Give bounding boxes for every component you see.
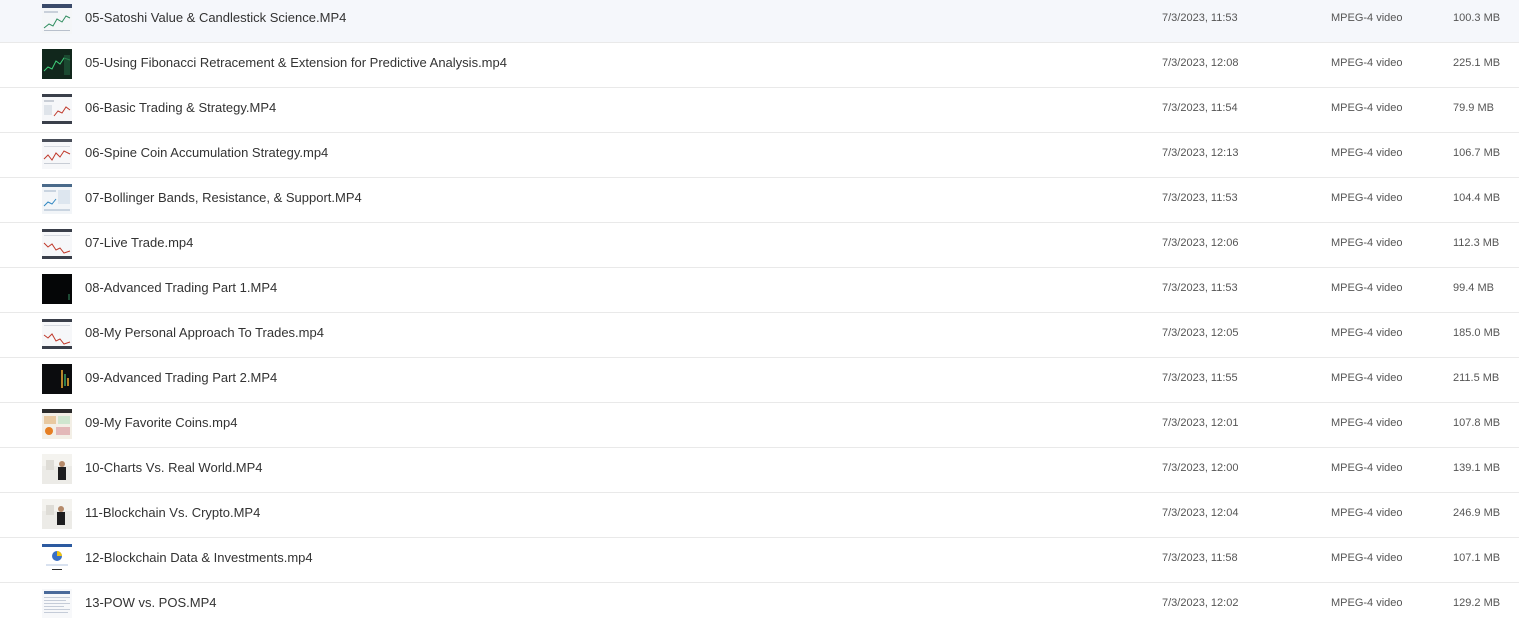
file-row[interactable]: 11-Blockchain Vs. Crypto.MP4 7/3/2023, 1… [0, 493, 1519, 538]
file-modified-date: 7/3/2023, 11:54 [1162, 102, 1238, 114]
file-name: 12-Blockchain Data & Investments.mp4 [85, 550, 313, 565]
file-size: 129.2 MB [1453, 597, 1501, 609]
file-name: 09-Advanced Trading Part 2.MP4 [85, 370, 278, 385]
chart-light-thumbnail-icon [42, 94, 72, 124]
file-type: MPEG-4 video [1331, 372, 1403, 384]
file-type: MPEG-4 video [1331, 192, 1403, 204]
file-modified-date: 7/3/2023, 11:53 [1162, 282, 1238, 294]
file-size: 246.9 MB [1453, 507, 1501, 519]
chart-dark-thumbnail-icon [42, 364, 72, 394]
file-name: 07-Bollinger Bands, Resistance, & Suppor… [85, 190, 362, 205]
file-size: 107.1 MB [1453, 552, 1501, 564]
file-type: MPEG-4 video [1331, 552, 1403, 564]
file-size: 99.4 MB [1453, 282, 1494, 294]
file-row[interactable]: 09-My Favorite Coins.mp4 7/3/2023, 12:01… [0, 403, 1519, 448]
file-row[interactable]: 07-Bollinger Bands, Resistance, & Suppor… [0, 178, 1519, 223]
file-row[interactable]: 13-POW vs. POS.MP4 7/3/2023, 12:02 MPEG-… [0, 583, 1519, 618]
file-name: 10-Charts Vs. Real World.MP4 [85, 460, 263, 475]
file-name: 13-POW vs. POS.MP4 [85, 595, 217, 610]
file-row[interactable]: 06-Basic Trading & Strategy.MP4 7/3/2023… [0, 88, 1519, 133]
file-name: 11-Blockchain Vs. Crypto.MP4 [85, 505, 261, 520]
file-size: 225.1 MB [1453, 57, 1501, 69]
file-modified-date: 7/3/2023, 12:00 [1162, 462, 1239, 474]
file-name: 09-My Favorite Coins.mp4 [85, 415, 238, 430]
chart-light-thumbnail-icon [42, 139, 72, 169]
chart-light-thumbnail-icon [42, 229, 72, 259]
file-type: MPEG-4 video [1331, 102, 1403, 114]
chart-light-thumbnail-icon [42, 4, 72, 34]
file-modified-date: 7/3/2023, 12:01 [1162, 417, 1239, 429]
file-modified-date: 7/3/2023, 12:04 [1162, 507, 1239, 519]
chart-light-thumbnail-icon [42, 319, 72, 349]
file-name: 08-My Personal Approach To Trades.mp4 [85, 325, 324, 340]
document-thumbnail-icon [42, 589, 72, 618]
dashboard-thumbnail-icon [42, 544, 72, 574]
file-modified-date: 7/3/2023, 12:13 [1162, 147, 1239, 159]
file-type: MPEG-4 video [1331, 282, 1403, 294]
file-name: 08-Advanced Trading Part 1.MP4 [85, 280, 278, 295]
file-type: MPEG-4 video [1331, 417, 1403, 429]
file-row[interactable]: 10-Charts Vs. Real World.MP4 7/3/2023, 1… [0, 448, 1519, 493]
file-size: 139.1 MB [1453, 462, 1501, 474]
file-list: 05-Satoshi Value & Candlestick Science.M… [0, 0, 1519, 618]
file-modified-date: 7/3/2023, 12:02 [1162, 597, 1239, 609]
file-modified-date: 7/3/2023, 12:06 [1162, 237, 1239, 249]
file-row[interactable]: 05-Satoshi Value & Candlestick Science.M… [0, 0, 1519, 43]
file-name: 05-Satoshi Value & Candlestick Science.M… [85, 10, 347, 25]
file-size: 104.4 MB [1453, 192, 1501, 204]
presenter-thumbnail-icon [42, 499, 72, 529]
file-row[interactable]: 06-Spine Coin Accumulation Strategy.mp4 … [0, 133, 1519, 178]
file-row[interactable]: 08-My Personal Approach To Trades.mp4 7/… [0, 313, 1519, 358]
file-modified-date: 7/3/2023, 11:55 [1162, 372, 1238, 384]
file-row[interactable]: 08-Advanced Trading Part 1.MP4 7/3/2023,… [0, 268, 1519, 313]
file-name: 06-Basic Trading & Strategy.MP4 [85, 100, 277, 115]
file-name: 05-Using Fibonacci Retracement & Extensi… [85, 55, 507, 70]
file-size: 79.9 MB [1453, 102, 1494, 114]
file-modified-date: 7/3/2023, 11:58 [1162, 552, 1238, 564]
file-type: MPEG-4 video [1331, 507, 1403, 519]
file-type: MPEG-4 video [1331, 57, 1403, 69]
file-type: MPEG-4 video [1331, 327, 1403, 339]
file-type: MPEG-4 video [1331, 12, 1403, 24]
file-size: 185.0 MB [1453, 327, 1501, 339]
file-type: MPEG-4 video [1331, 597, 1403, 609]
coins-thumbnail-icon [42, 409, 72, 439]
file-name: 06-Spine Coin Accumulation Strategy.mp4 [85, 145, 329, 160]
file-size: 112.3 MB [1453, 237, 1500, 249]
presenter-thumbnail-icon [42, 454, 72, 484]
chart-light-thumbnail-icon [42, 184, 72, 214]
file-modified-date: 7/3/2023, 11:53 [1162, 12, 1238, 24]
file-type: MPEG-4 video [1331, 237, 1403, 249]
file-size: 107.8 MB [1453, 417, 1501, 429]
file-size: 100.3 MB [1453, 12, 1501, 24]
chart-black-thumbnail-icon [42, 274, 72, 304]
file-row[interactable]: 05-Using Fibonacci Retracement & Extensi… [0, 43, 1519, 88]
file-row[interactable]: 07-Live Trade.mp4 7/3/2023, 12:06 MPEG-4… [0, 223, 1519, 268]
file-row[interactable]: 12-Blockchain Data & Investments.mp4 7/3… [0, 538, 1519, 583]
file-size: 106.7 MB [1453, 147, 1501, 159]
file-modified-date: 7/3/2023, 11:53 [1162, 192, 1238, 204]
file-size: 211.5 MB [1453, 372, 1500, 384]
file-type: MPEG-4 video [1331, 147, 1403, 159]
file-modified-date: 7/3/2023, 12:08 [1162, 57, 1239, 69]
file-name: 07-Live Trade.mp4 [85, 235, 194, 250]
file-row[interactable]: 09-Advanced Trading Part 2.MP4 7/3/2023,… [0, 358, 1519, 403]
file-type: MPEG-4 video [1331, 462, 1403, 474]
chart-dark-thumbnail-icon [42, 49, 72, 79]
file-modified-date: 7/3/2023, 12:05 [1162, 327, 1239, 339]
